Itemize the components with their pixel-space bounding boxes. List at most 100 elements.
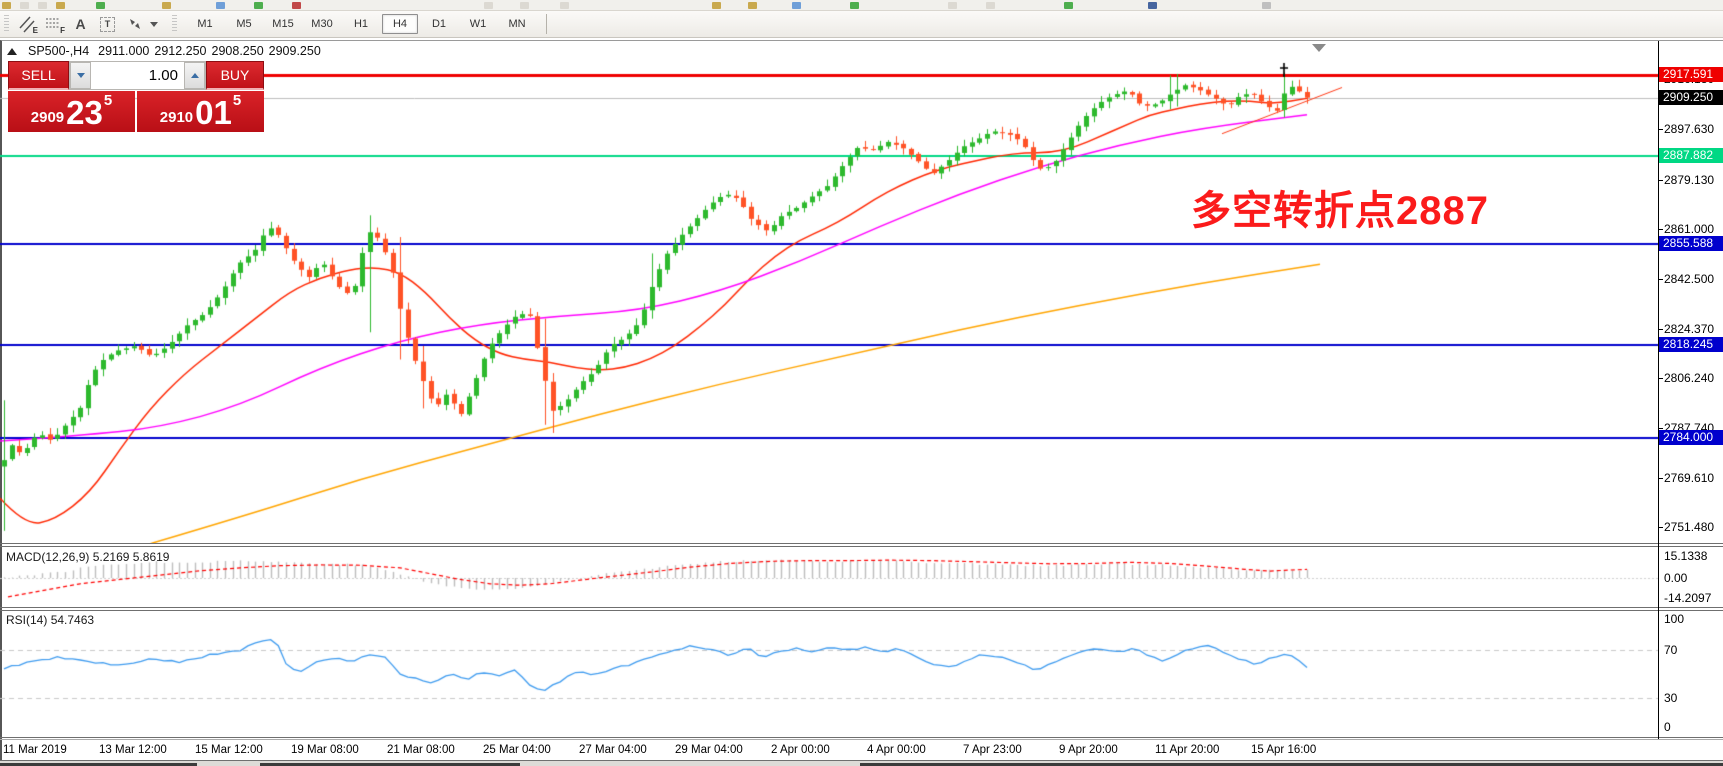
macd-value-signal: 5.8619 bbox=[133, 550, 170, 564]
cropped-toolbar-icon bbox=[850, 2, 859, 9]
date-tick-label: 7 Apr 23:00 bbox=[963, 744, 1022, 756]
price-tick-label: 2769.610 bbox=[1664, 470, 1723, 486]
macd-indicator-canvas[interactable] bbox=[0, 547, 1658, 607]
cropped-toolbar-icon bbox=[1148, 2, 1157, 9]
date-tick-label: 27 Mar 04:00 bbox=[579, 744, 647, 756]
cropped-toolbar-icon bbox=[520, 2, 529, 9]
ohlc-close: 2909.250 bbox=[269, 44, 321, 58]
macd-scale-label: -14.2097 bbox=[1664, 591, 1711, 606]
pane-separator bbox=[0, 546, 1723, 547]
arrows-tool-icon[interactable] bbox=[121, 13, 148, 35]
price-tick-label: 2879.130 bbox=[1664, 172, 1723, 188]
rsi-label: RSI(14) 54.7463 bbox=[6, 613, 94, 627]
chart-shift-marker-icon[interactable] bbox=[1312, 44, 1326, 52]
bottom-cropped-panel bbox=[0, 760, 1723, 766]
price-level-badge: 2818.245 bbox=[1659, 337, 1723, 352]
timeframe-m15[interactable]: M15 bbox=[265, 14, 301, 34]
buy-price-big: 01 bbox=[195, 96, 232, 129]
caret-up-icon bbox=[191, 73, 199, 78]
date-tick-label: 15 Apr 16:00 bbox=[1251, 744, 1316, 756]
timeframe-m5[interactable]: M5 bbox=[226, 14, 262, 34]
mt4-application: E F A T M1 M5 M15 M30 H1 H4 bbox=[0, 0, 1723, 766]
buy-button[interactable]: BUY bbox=[206, 61, 264, 90]
buy-price-box[interactable]: 2910 01 5 bbox=[137, 91, 264, 132]
date-tick-label: 19 Mar 08:00 bbox=[291, 744, 359, 756]
price-level-badge: 2855.588 bbox=[1659, 236, 1723, 251]
pane-separator[interactable] bbox=[0, 543, 1723, 544]
buy-price-small: 2910 bbox=[160, 107, 193, 129]
rsi-name: RSI(14) bbox=[6, 613, 47, 627]
date-tick-label: 25 Mar 04:00 bbox=[483, 744, 551, 756]
pane-separator bbox=[0, 610, 1723, 611]
price-tick-mark bbox=[1658, 279, 1663, 280]
volume-input[interactable]: 1.00 bbox=[91, 62, 184, 89]
price-tick-mark bbox=[1658, 180, 1663, 181]
price-tick-label: 2842.500 bbox=[1664, 271, 1723, 287]
rsi-scale-label: 100 bbox=[1664, 612, 1684, 627]
cropped-toolbar-icon bbox=[792, 2, 801, 9]
price-tick-mark bbox=[1658, 478, 1663, 479]
cropped-toolbar-icon bbox=[292, 2, 301, 9]
volume-decrease-button[interactable] bbox=[70, 62, 91, 89]
cropped-toolbar-icon bbox=[56, 2, 65, 9]
cropped-toolbar-icon bbox=[38, 2, 47, 9]
pane-separator[interactable] bbox=[0, 607, 1723, 608]
sell-price-small: 2909 bbox=[31, 107, 64, 129]
top-toolbar-cropped bbox=[0, 0, 1723, 11]
timeframe-mn[interactable]: MN bbox=[499, 14, 535, 34]
price-axis-line bbox=[1658, 41, 1659, 739]
macd-value-main: 5.2169 bbox=[93, 550, 130, 564]
price-level-badge: 2909.250 bbox=[1659, 90, 1723, 105]
price-tick-label: 2861.000 bbox=[1664, 221, 1723, 237]
fibonacci-icon[interactable]: F bbox=[40, 13, 67, 35]
price-tick-label: 2751.480 bbox=[1664, 519, 1723, 535]
timeframe-h1[interactable]: H1 bbox=[343, 14, 379, 34]
pane-separator bbox=[0, 737, 1723, 738]
tool-badge: E bbox=[33, 26, 38, 35]
date-tick-label: 29 Mar 04:00 bbox=[675, 744, 743, 756]
toolbar-grip[interactable] bbox=[172, 15, 177, 33]
sell-price-sup: 5 bbox=[104, 91, 112, 108]
price-tick-mark bbox=[1658, 378, 1663, 379]
rsi-scale-label: 30 bbox=[1664, 691, 1677, 706]
price-level-badge: 2784.000 bbox=[1659, 430, 1723, 445]
sell-price-box[interactable]: 2909 23 5 bbox=[8, 91, 135, 132]
sell-price-big: 23 bbox=[66, 96, 103, 129]
date-tick-label: 4 Apr 00:00 bbox=[867, 744, 926, 756]
chart-title: SP500-,H4 2911.000 2912.250 2908.250 290… bbox=[7, 44, 321, 58]
rsi-value: 54.7463 bbox=[51, 613, 94, 627]
buy-price-sup: 5 bbox=[233, 91, 241, 108]
rsi-indicator-canvas[interactable] bbox=[0, 611, 1658, 737]
toolbar: E F A T M1 M5 M15 M30 H1 H4 bbox=[0, 11, 1723, 38]
price-tick-label: 2824.370 bbox=[1664, 321, 1723, 337]
timeframe-h4[interactable]: H4 bbox=[382, 14, 418, 34]
date-tick-label: 13 Mar 12:00 bbox=[99, 744, 167, 756]
toolbar-grip[interactable] bbox=[4, 15, 9, 33]
date-tick-label: 9 Apr 20:00 bbox=[1059, 744, 1118, 756]
caret-down-icon bbox=[77, 73, 85, 78]
chart-annotation-text: 多空转折点2887 bbox=[1191, 178, 1489, 236]
cropped-toolbar-icon bbox=[712, 2, 721, 9]
cropped-toolbar-icon bbox=[2, 2, 11, 9]
sell-button[interactable]: SELL bbox=[8, 61, 69, 90]
price-level-badge: 2887.882 bbox=[1659, 148, 1723, 163]
date-tick-label: 11 Mar 2019 bbox=[3, 744, 67, 756]
text-tool-icon[interactable]: A bbox=[67, 13, 94, 35]
cropped-toolbar-icon bbox=[1262, 2, 1271, 9]
price-level-badge: 2917.591 bbox=[1659, 67, 1723, 82]
equidistant-channel-icon[interactable]: E bbox=[13, 13, 40, 35]
rsi-scale-label: 0 bbox=[1664, 720, 1671, 735]
timeframe-w1[interactable]: W1 bbox=[460, 14, 496, 34]
panel-expand-icon[interactable] bbox=[7, 48, 17, 55]
timeframe-m30[interactable]: M30 bbox=[304, 14, 340, 34]
arrows-dropdown-caret[interactable] bbox=[150, 22, 158, 27]
symbol-timeframe: SP500-,H4 bbox=[28, 44, 89, 58]
timeframe-d1[interactable]: D1 bbox=[421, 14, 457, 34]
price-tick-label: 2806.240 bbox=[1664, 370, 1723, 386]
timeframe-m1[interactable]: M1 bbox=[187, 14, 223, 34]
cropped-toolbar-icon bbox=[986, 2, 995, 9]
ohlc-low: 2908.250 bbox=[212, 44, 264, 58]
volume-increase-button[interactable] bbox=[184, 62, 205, 89]
label-tool-icon[interactable]: T bbox=[94, 13, 121, 35]
macd-name: MACD(12,26,9) bbox=[6, 550, 89, 564]
